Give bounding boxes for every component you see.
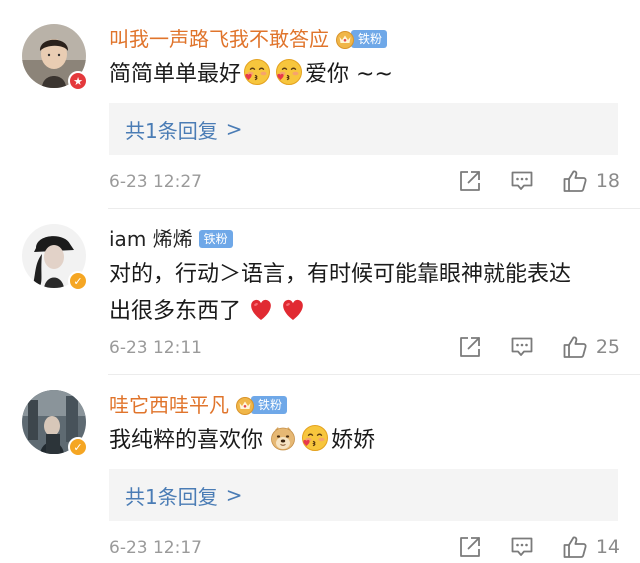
share-icon (458, 169, 482, 193)
chevron-right-icon: > (225, 117, 243, 141)
crown-icon (235, 395, 255, 415)
share-icon (458, 535, 482, 559)
chevron-right-icon: > (225, 483, 243, 507)
thumbs-up-icon (562, 168, 588, 194)
kiss-emoji-icon (301, 424, 329, 452)
comment-text: 我纯粹的喜欢你 娇娇 (109, 422, 619, 459)
kiss-emoji-icon (275, 58, 303, 86)
comment-text: 简简单单最好 爱你 ~~ (109, 56, 619, 93)
doge-emoji-icon (269, 424, 297, 452)
username[interactable]: iam 烯烯 (109, 229, 193, 249)
reply-count-link[interactable]: 共1条回复 > (109, 103, 618, 155)
comment-icon (510, 335, 534, 359)
divider (108, 374, 640, 375)
comment-time: 6-23 12:27 (109, 172, 202, 192)
comment-text: 对的，行动＞语言，有时候可能靠眼神就能表达 出很多东西了 (109, 262, 572, 324)
verified-badge: ✓ (68, 437, 88, 457)
reply-count-link[interactable]: 共1条回复 > (109, 469, 618, 521)
like-count: 14 (595, 536, 620, 558)
like-count: 25 (595, 336, 620, 358)
red-heart-icon (279, 295, 307, 323)
thumbs-up-icon (562, 534, 588, 560)
divider (108, 208, 640, 209)
share-button[interactable] (458, 169, 482, 193)
share-button[interactable] (458, 535, 482, 559)
like-button[interactable]: 18 (562, 168, 620, 194)
fan-badge: 铁粉 (335, 29, 388, 49)
username[interactable]: 叫我一声路飞我不敢答应 (109, 29, 329, 49)
fan-badge: 铁粉 (198, 229, 233, 249)
kiss-emoji-icon (243, 58, 271, 86)
verified-badge: ✓ (68, 271, 88, 291)
like-button[interactable]: 25 (562, 334, 620, 360)
comment-time: 6-23 12:17 (109, 538, 202, 558)
reply-button[interactable] (510, 169, 534, 193)
share-button[interactable] (458, 335, 482, 359)
share-icon (458, 335, 482, 359)
comment-icon (510, 169, 534, 193)
comment-time: 6-23 12:11 (109, 338, 202, 358)
fan-badge: 铁粉 (235, 395, 288, 415)
red-heart-icon (247, 295, 275, 323)
vip-red-star-badge: ★ (68, 71, 88, 91)
like-count: 18 (595, 170, 620, 192)
reply-button[interactable] (510, 335, 534, 359)
comment-icon (510, 535, 534, 559)
crown-icon (335, 29, 355, 49)
reply-button[interactable] (510, 535, 534, 559)
thumbs-up-icon (562, 334, 588, 360)
like-button[interactable]: 14 (562, 534, 620, 560)
username[interactable]: 哇它西哇平凡 (109, 395, 229, 415)
